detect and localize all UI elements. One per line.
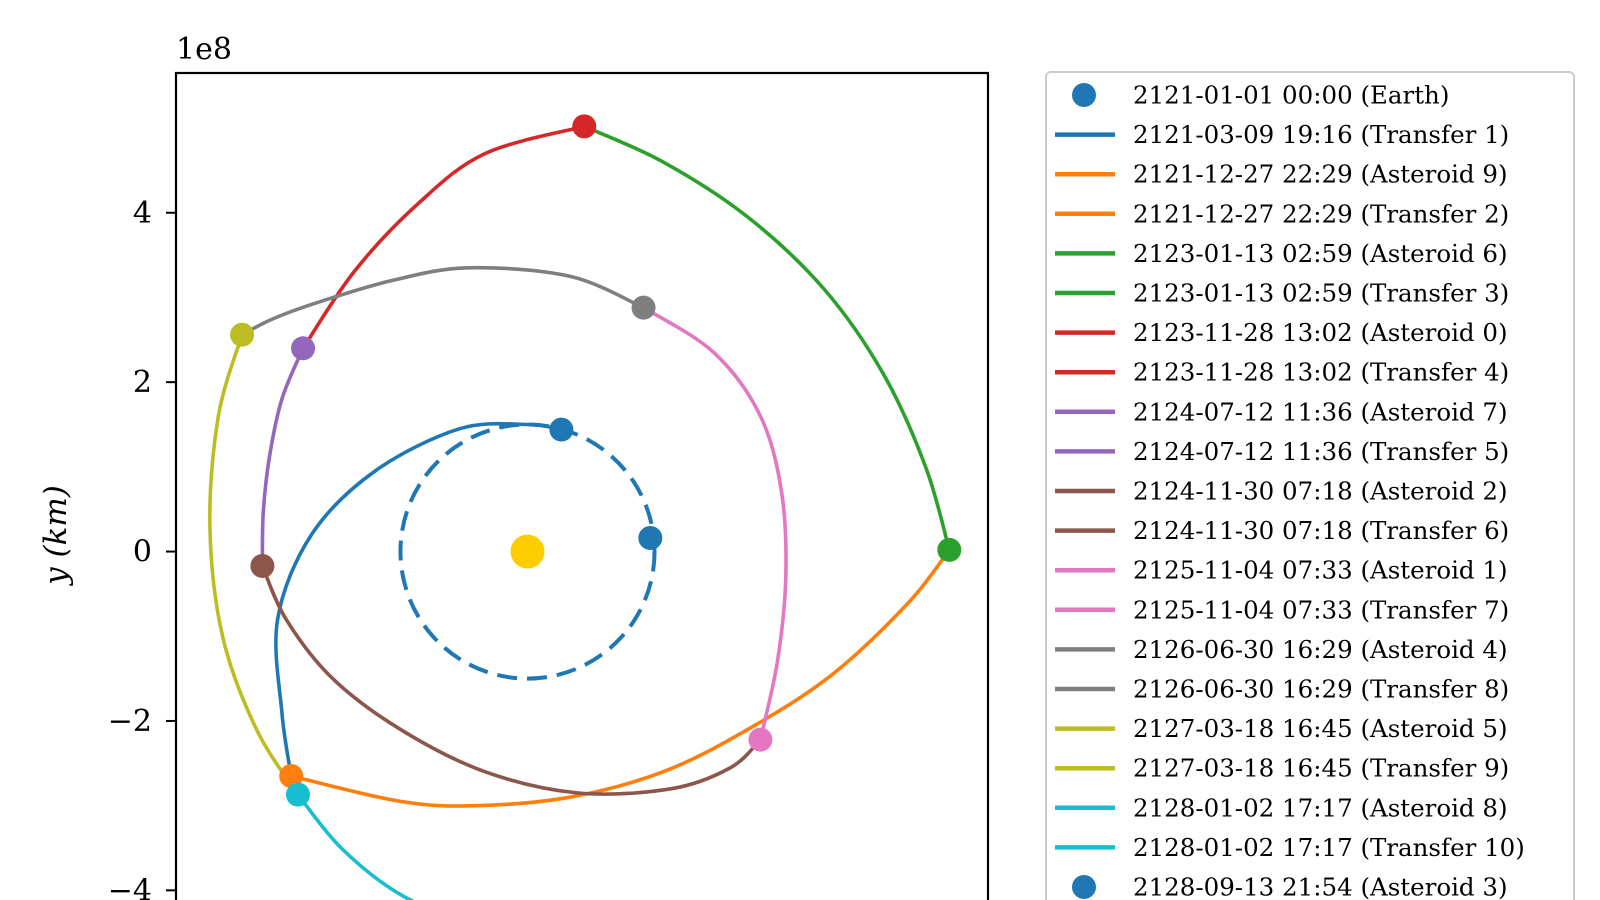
series-transfer-2	[289, 548, 952, 808]
legend-label-2128-01-02-17-17-asteroid-8: 2128-01-02 17:17 (Asteroid 8)	[1133, 793, 1508, 822]
legend-label-2124-07-12-11-36-asteroid-7: 2124-07-12 11:36 (Asteroid 7)	[1133, 397, 1508, 426]
legend-label-2123-01-13-02-59-transfer-3: 2123-01-13 02:59 (Transfer 3)	[1133, 279, 1509, 308]
legend-label-2126-06-30-16-29-asteroid-4: 2126-06-30 16:29 (Asteroid 4)	[1133, 635, 1508, 664]
body-marker-asteroid-6	[937, 537, 962, 562]
legend: 2121-01-01 00:00 (Earth) 2121-03-09 19:16…	[1045, 71, 1575, 900]
y-tick-label: −4	[108, 873, 152, 900]
body-marker-asteroid-5	[230, 322, 255, 347]
y-axis: 4 2 0 −2 −4	[108, 196, 176, 900]
series-transfer-8	[240, 265, 646, 337]
legend-label-2123-11-28-13-02-transfer-4: 2123-11-28 13:02 (Transfer 4)	[1133, 358, 1509, 387]
legend-label-2121-03-09-19-16-transfer-1: 2121-03-09 19:16 (Transfer 1)	[1133, 120, 1509, 149]
y-tick-label: 2	[133, 365, 152, 400]
body-marker-earth	[638, 526, 663, 551]
sun-marker	[510, 534, 545, 569]
legend-label-2121-01-01-00-00-earth: 2121-01-01 00:00 (Earth)	[1133, 81, 1449, 110]
y-tick-label: 0	[133, 535, 152, 570]
legend-label-2125-11-04-07-33-asteroid-1: 2125-11-04 07:33 (Asteroid 1)	[1133, 556, 1508, 585]
body-marker-asteroid-1	[748, 727, 773, 752]
series-transfer-6	[260, 564, 763, 796]
plot-area	[208, 114, 962, 900]
body-marker-asteroid-7	[291, 336, 316, 361]
series-transfer-3	[582, 124, 952, 552]
body-marker-asteroid-4	[631, 295, 656, 320]
legend-label-2125-11-04-07-33-transfer-7: 2125-11-04 07:33 (Transfer 7)	[1133, 595, 1509, 624]
legend-label-2123-01-13-02-59-asteroid-6: 2123-01-13 02:59 (Asteroid 6)	[1133, 239, 1508, 268]
body-marker-asteroid-3	[549, 417, 574, 442]
legend-swatch	[1072, 875, 1096, 899]
legend-label-2124-11-30-07-18-asteroid-2: 2124-11-30 07:18 (Asteroid 2)	[1133, 477, 1508, 506]
legend-label-2121-12-27-22-29-transfer-2: 2121-12-27 22:29 (Transfer 2)	[1133, 199, 1509, 228]
body-marker-asteroid-0	[572, 114, 597, 139]
y-tick-label: 4	[133, 196, 152, 231]
legend-label-2126-06-30-16-29-transfer-8: 2126-06-30 16:29 (Transfer 8)	[1133, 675, 1509, 704]
offset-label: 1e8	[176, 32, 232, 67]
series-transfer-10	[296, 792, 415, 900]
y-axis-label: y (km)	[38, 485, 74, 587]
legend-label-2127-03-18-16-45-asteroid-5: 2127-03-18 16:45 (Asteroid 5)	[1133, 714, 1508, 743]
y-tick-label: −2	[108, 704, 152, 739]
legend-label-2128-01-02-17-17-transfer-10: 2128-01-02 17:17 (Transfer 10)	[1133, 833, 1525, 862]
legend-label-2128-09-13-21-54-asteroid-3: 2128-09-13 21:54 (Asteroid 3)	[1133, 873, 1508, 900]
series-transfer-1	[274, 421, 564, 778]
body-marker-asteroid-8	[285, 782, 310, 807]
legend-label-2124-11-30-07-18-transfer-6: 2124-11-30 07:18 (Transfer 6)	[1133, 516, 1509, 545]
trajectory-chart: 4 2 0 −2 −4 1e8 y (km) 2121-01-01 00:00 (Ear…	[38, 32, 1575, 900]
series-transfer-5	[260, 346, 305, 568]
legend-label-2121-12-27-22-29-asteroid-9: 2121-12-27 22:29 (Asteroid 9)	[1133, 160, 1508, 189]
series-transfer-7	[641, 305, 788, 742]
legend-label-2123-11-28-13-02-asteroid-0: 2123-11-28 13:02 (Asteroid 0)	[1133, 318, 1508, 347]
legend-label-2124-07-12-11-36-transfer-5: 2124-07-12 11:36 (Transfer 5)	[1133, 437, 1509, 466]
series-transfer-4	[301, 124, 587, 351]
legend-swatch	[1072, 83, 1096, 107]
legend-label-2127-03-18-16-45-transfer-9: 2127-03-18 16:45 (Transfer 9)	[1133, 754, 1509, 783]
body-marker-asteroid-2	[250, 553, 275, 578]
